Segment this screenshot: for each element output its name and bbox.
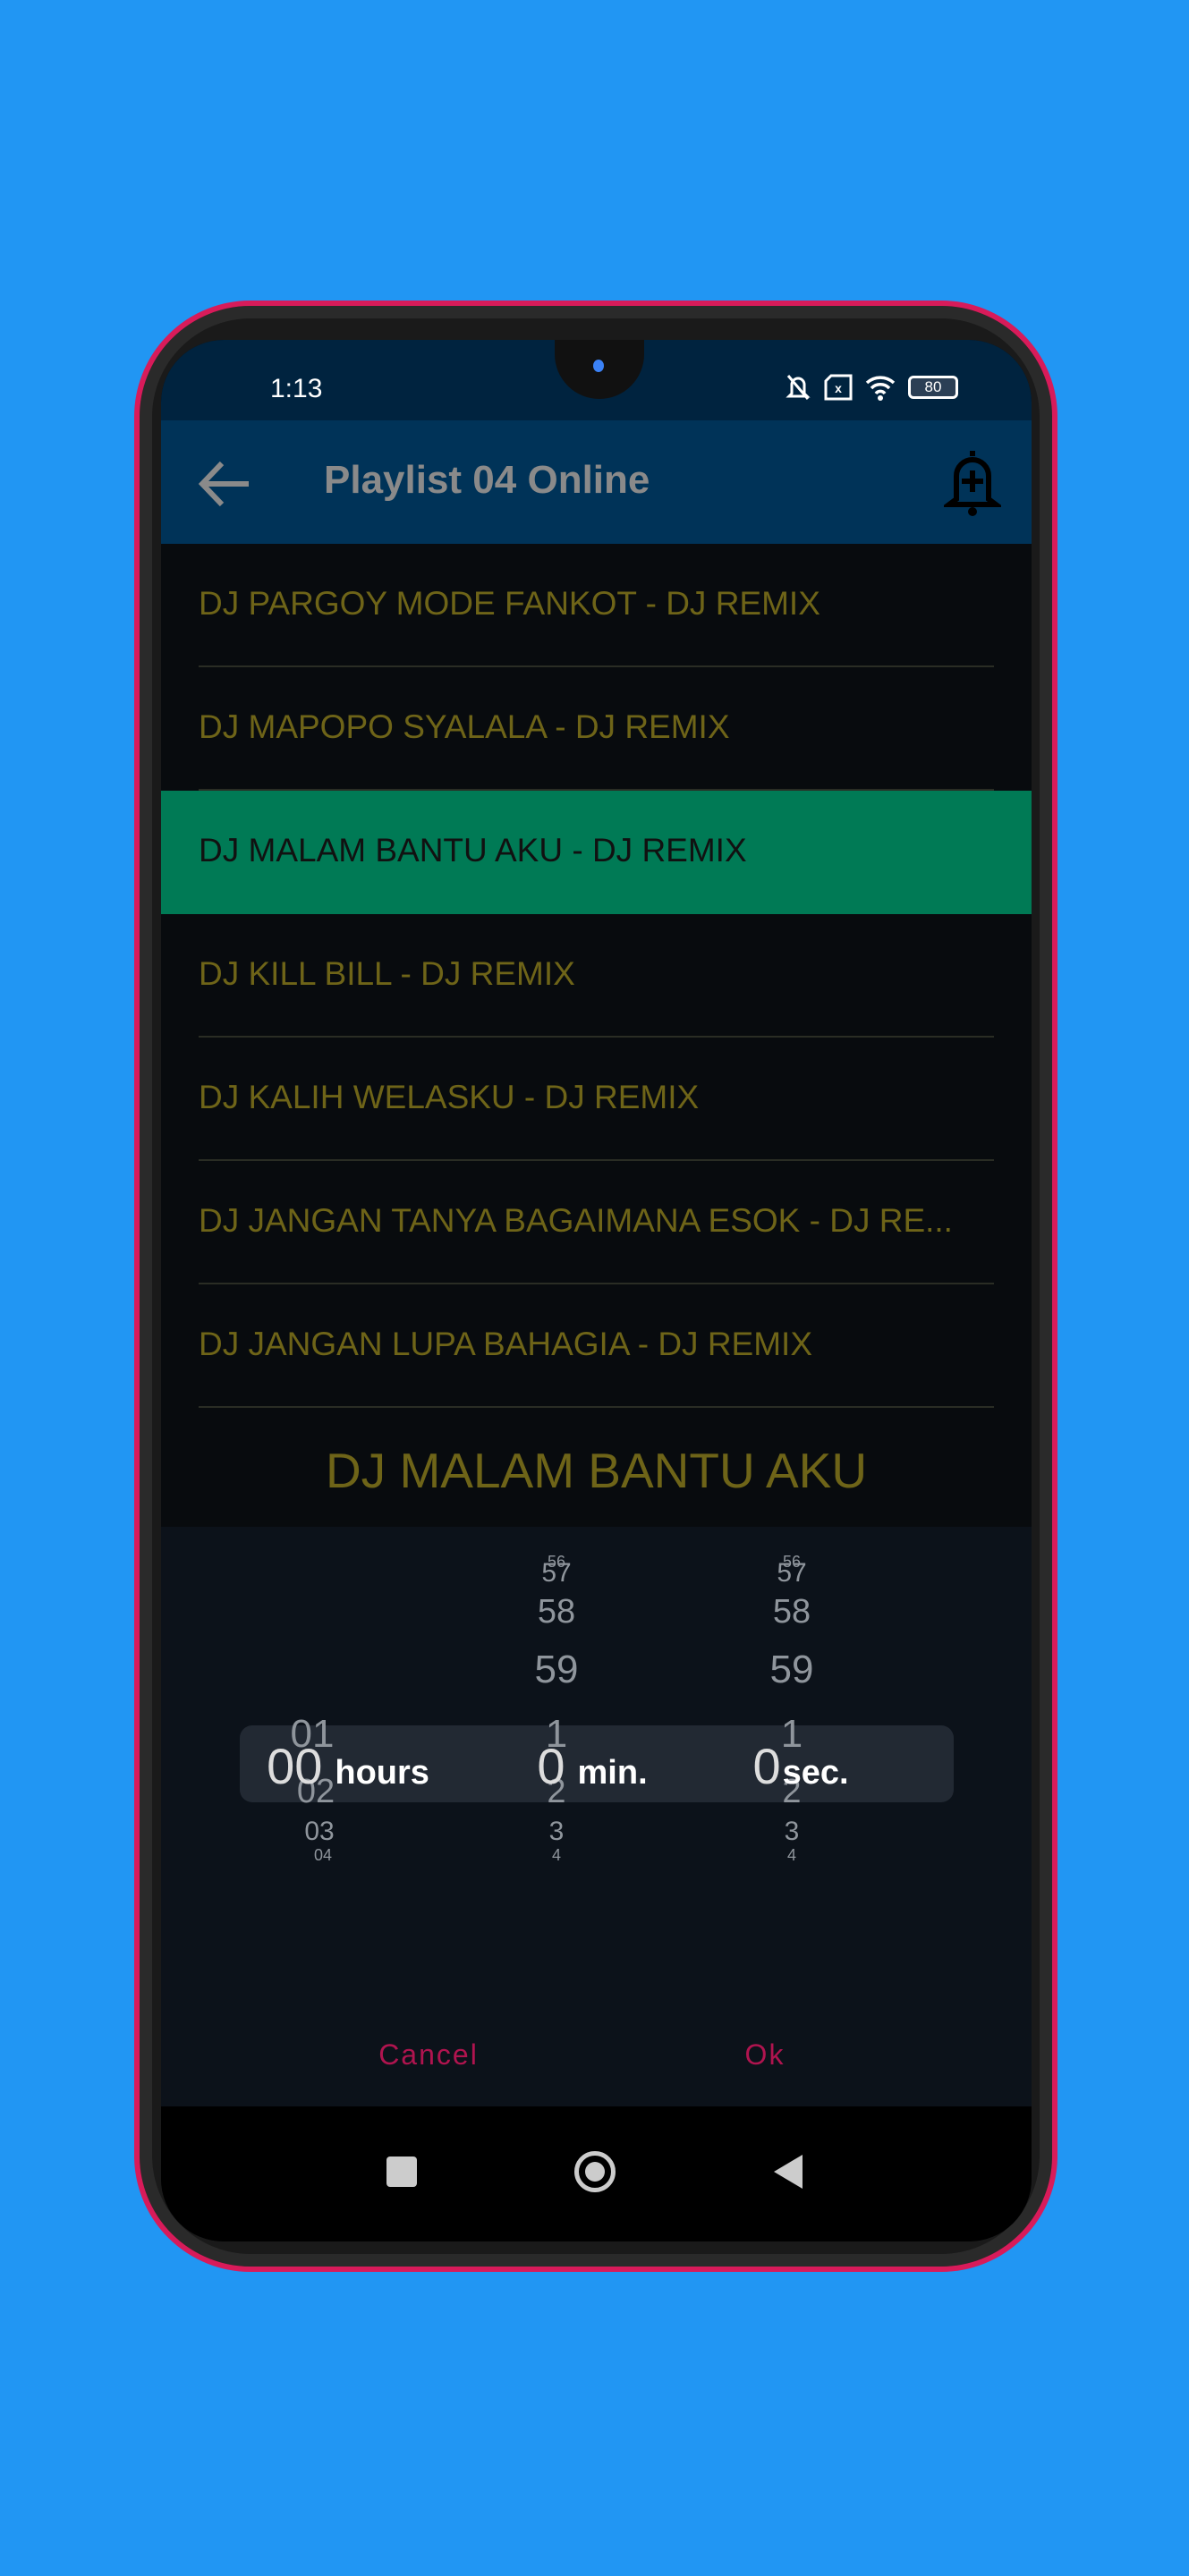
minutes-option[interactable]: 4 xyxy=(552,1846,561,1865)
playlist-item-label: DJ JANGAN LUPA BAHAGIA - DJ REMIX xyxy=(199,1326,813,1362)
minutes-option[interactable]: 59 xyxy=(535,1648,579,1692)
cancel-button[interactable]: Cancel xyxy=(378,2038,479,2072)
seconds-selected[interactable]: 0sec. xyxy=(752,1737,848,1795)
seconds-option[interactable]: 4 xyxy=(787,1846,796,1865)
minutes-option[interactable]: 57 xyxy=(541,1558,571,1589)
hours-unit: hours xyxy=(335,1754,429,1792)
playlist-item-label: DJ MAPOPO SYALALA - DJ REMIX xyxy=(199,708,730,745)
playlist-item[interactable]: DJ JANGAN TANYA BAGAIMANA ESOK - DJ RE..… xyxy=(161,1161,1032,1284)
hours-value: 00 xyxy=(267,1738,323,1794)
screen: 1:13 x 80 Playlist 04 Online DJ PARGOY M… xyxy=(161,340,1032,2241)
playlist-item[interactable]: DJ KALIH WELASKU - DJ REMIX xyxy=(161,1038,1032,1161)
minutes-option[interactable]: 3 xyxy=(549,1817,565,1847)
seconds-value: 0 xyxy=(752,1738,781,1794)
status-icons: x 80 xyxy=(785,372,958,402)
minutes-unit: min. xyxy=(577,1754,648,1792)
hours-option[interactable]: 03 xyxy=(304,1817,334,1847)
seconds-option[interactable]: 58 xyxy=(773,1593,811,1631)
playlist-item[interactable]: DJ MAPOPO SYALALA - DJ REMIX xyxy=(161,667,1032,791)
minutes-value: 0 xyxy=(537,1738,565,1794)
divider xyxy=(199,1406,994,1408)
playlist-item-label: DJ KILL BILL - DJ REMIX xyxy=(199,955,575,992)
battery-level: 80 xyxy=(924,378,942,395)
seconds-option[interactable]: 59 xyxy=(770,1648,814,1692)
playlist-item-label: DJ PARGOY MODE FANKOT - DJ REMIX xyxy=(199,585,820,622)
arrow-left-icon[interactable] xyxy=(197,460,251,508)
page-title: Playlist 04 Online xyxy=(324,458,650,502)
playlist-item-label: DJ MALAM BANTU AKU - DJ REMIX xyxy=(199,832,747,869)
wifi-icon xyxy=(865,376,896,401)
app-header: Playlist 04 Online xyxy=(161,420,1032,544)
playlist-item[interactable]: DJ JANGAN LUPA BAHAGIA - DJ REMIX xyxy=(161,1284,1032,1408)
duration-picker: 01 02 03 04 00 hours 56 57 58 59 1 2 3 4 0 min. 56 57 58 59… xyxy=(161,1527,1032,2106)
playlist-item-label: DJ JANGAN TANYA BAGAIMANA ESOK - DJ RE..… xyxy=(199,1202,953,1239)
seconds-unit: sec. xyxy=(782,1754,849,1792)
playlist-item-label: DJ KALIH WELASKU - DJ REMIX xyxy=(199,1079,700,1115)
hours-option[interactable]: 04 xyxy=(314,1846,332,1865)
minutes-option[interactable]: 58 xyxy=(538,1593,575,1631)
seconds-option[interactable]: 3 xyxy=(785,1817,800,1847)
battery-icon: 80 xyxy=(908,376,958,399)
hours-selected[interactable]: 00 hours xyxy=(267,1737,429,1795)
sim-missing-icon: x xyxy=(824,374,853,401)
recents-icon[interactable] xyxy=(386,2157,417,2187)
back-icon[interactable] xyxy=(772,2153,804,2190)
navigation-bar xyxy=(161,2106,1032,2241)
minutes-selected[interactable]: 0 min. xyxy=(537,1737,647,1795)
playlist-item[interactable]: DJ PARGOY MODE FANKOT - DJ REMIX xyxy=(161,544,1032,667)
playlist-item[interactable]: DJ KILL BILL - DJ REMIX xyxy=(161,914,1032,1038)
bell-off-icon xyxy=(786,375,811,400)
seconds-option[interactable]: 57 xyxy=(777,1558,806,1589)
playlist-item[interactable]: DJ MALAM BANTU AKU - DJ REMIX xyxy=(161,791,1032,914)
ok-button[interactable]: Ok xyxy=(745,2038,786,2072)
camera-icon xyxy=(593,360,604,372)
now-playing-title: DJ MALAM BANTU AKU xyxy=(325,1443,868,1498)
svg-text:x: x xyxy=(835,381,842,395)
bell-plus-icon[interactable] xyxy=(944,447,1001,517)
home-icon[interactable] xyxy=(574,2151,616,2192)
status-time: 1:13 xyxy=(270,374,323,403)
